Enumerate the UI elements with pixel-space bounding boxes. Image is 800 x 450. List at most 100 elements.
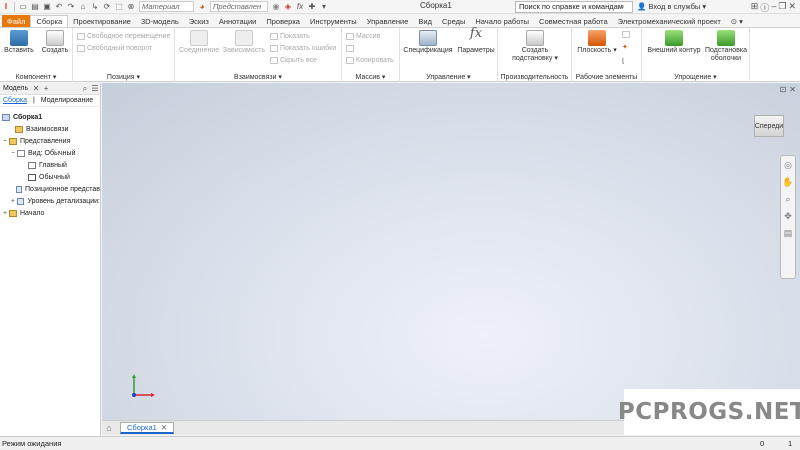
shrinkwrap-substitute-button[interactable]: Подстановка оболочки — [704, 30, 748, 63]
close-browser-icon[interactable]: ✕ — [31, 84, 41, 93]
work-point-button[interactable]: ✦ — [622, 43, 628, 51]
show-errors-button[interactable]: Показать ошибки — [270, 45, 336, 52]
undo-icon[interactable]: ↶ — [54, 1, 64, 13]
help-search-input[interactable]: Поиск по справке и командам — [515, 1, 633, 13]
tab-collaborate[interactable]: Совместная работа — [534, 15, 613, 27]
tab-3d-model[interactable]: 3D-модель — [136, 15, 184, 27]
tree-node-positional[interactable]: Позиционное представ — [0, 183, 100, 195]
tab-environments[interactable]: Среды — [437, 15, 470, 27]
tree-node-lod[interactable]: + Уровень детализации: — [0, 195, 100, 207]
update-icon[interactable]: ⟳ — [102, 1, 112, 13]
free-move-button[interactable]: Свободное перемещение — [77, 33, 170, 40]
search-icon[interactable]: ⌕ — [620, 2, 624, 12]
open-icon[interactable]: ▤ — [30, 1, 40, 13]
cart-icon[interactable]: ⊞ — [751, 1, 759, 14]
help-icon[interactable]: ⓘ — [760, 1, 769, 14]
save-icon[interactable]: ▣ — [42, 1, 52, 13]
color-override-icon[interactable]: ◉ — [271, 1, 281, 13]
app-menu-icon[interactable]: I — [1, 1, 11, 13]
zoom-icon[interactable]: ⌕ — [785, 194, 790, 205]
plane-button[interactable]: Плоскость ▾ — [576, 30, 618, 55]
close-icon[interactable]: ✕ — [788, 1, 796, 14]
home-icon[interactable]: ⌂ — [102, 423, 116, 433]
look-at-icon[interactable]: ▤ — [784, 228, 793, 239]
tab-view[interactable]: Вид — [413, 15, 437, 27]
copy-button[interactable]: Копировать — [346, 57, 394, 64]
viewcube[interactable]: Спереди — [754, 115, 784, 137]
tab-assemble[interactable]: Сборка — [30, 15, 69, 27]
tab-file[interactable]: Файл — [2, 15, 31, 27]
minimize-icon[interactable]: – — [771, 1, 776, 14]
add-browser-icon[interactable]: + — [41, 84, 51, 93]
graphics-viewport[interactable]: ⊡ ✕ Спереди ◎ ✋ ⌕ ✥ ▤ — [102, 83, 800, 420]
pan-icon[interactable]: ✋ — [782, 177, 793, 188]
bom-button[interactable]: Спецификация — [402, 30, 454, 55]
plane-icon — [588, 30, 606, 46]
z-axis-icon — [132, 393, 136, 397]
tree-node-origin[interactable]: + Начало — [0, 207, 100, 219]
joint-button[interactable]: Соединение — [179, 30, 219, 55]
create-button[interactable]: Создать — [40, 30, 70, 55]
tree-node-view[interactable]: − Вид: Обычный — [0, 147, 100, 159]
doc-tab-assembly1[interactable]: Сборка1 ✕ — [120, 422, 175, 434]
axis-button[interactable] — [622, 31, 632, 38]
subtab-assembly[interactable]: Сборка — [0, 97, 30, 104]
material-combo[interactable]: Материал — [139, 1, 194, 12]
browser-tab-model[interactable]: Модель — [0, 85, 31, 92]
constraint-button[interactable]: Зависимость — [222, 30, 266, 55]
add-icon[interactable]: ✚ — [307, 1, 317, 13]
new-icon[interactable]: ▭ — [18, 1, 28, 13]
ucs-button[interactable]: ⌊ — [622, 57, 625, 65]
tree-node-root[interactable]: Сборка1 — [0, 111, 100, 123]
panel-work-features: Плоскость ▾ ✦ ⌊ Рабочие элементы — [572, 28, 642, 82]
pattern-button[interactable]: Массив — [346, 33, 380, 40]
collapse-icon[interactable]: − — [10, 150, 16, 157]
expand-icon[interactable]: + — [2, 210, 8, 217]
create-substitute-button[interactable]: Создать подстановку ▾ — [506, 30, 564, 63]
appearance-combo[interactable]: Представлен — [210, 1, 268, 12]
orbit-icon[interactable]: ✥ — [784, 211, 792, 222]
maximize-viewport-icon[interactable]: ⊡ — [780, 85, 787, 94]
tab-design[interactable]: Проектирование — [68, 15, 136, 27]
insert-button[interactable]: Вставить — [4, 30, 34, 55]
restore-icon[interactable]: ❐ — [778, 1, 786, 14]
redo-icon[interactable]: ↷ — [66, 1, 76, 13]
tab-sketch[interactable]: Эскиз — [184, 15, 214, 27]
search-icon[interactable]: ⌕ — [80, 84, 90, 94]
free-rotate-button[interactable]: Свободный поворот — [77, 45, 152, 52]
close-viewport-icon[interactable]: ✕ — [789, 85, 796, 94]
show-button[interactable]: Показать — [270, 33, 310, 40]
parameters-button[interactable]: fx Параметры — [456, 27, 496, 55]
checkbox-icon[interactable] — [28, 173, 36, 181]
steering-wheel-icon[interactable]: ◎ — [784, 160, 792, 171]
ribbon-options-icon[interactable]: ⊙ ▾ — [726, 15, 748, 27]
tab-annotate[interactable]: Аннотации — [214, 15, 262, 27]
expand-icon[interactable]: + — [10, 198, 16, 205]
free-rotate-icon — [77, 45, 85, 52]
customize-qat-icon[interactable]: ▾ — [319, 1, 329, 13]
tree-node-representations[interactable]: − Представления — [0, 135, 100, 147]
shrinkwrap-button[interactable]: Внешний контур — [646, 30, 702, 55]
close-tab-icon[interactable]: ✕ — [161, 423, 167, 432]
status-count-occurrences: 0 — [760, 439, 765, 448]
menu-icon[interactable]: ☰ — [90, 84, 100, 93]
parameters-fx-icon[interactable]: fx — [295, 1, 305, 13]
home-icon[interactable]: ⌂ — [78, 1, 88, 13]
tab-electromechanical[interactable]: Электромеханический проект — [613, 15, 726, 27]
select-icon[interactable]: ⬚ — [114, 1, 124, 13]
tree-node-master[interactable]: Главный — [0, 159, 100, 171]
tab-manage[interactable]: Управление — [362, 15, 414, 27]
sign-in-button[interactable]: 👤 Вход в службы ▾ — [637, 2, 706, 11]
clear-override-icon[interactable]: ◈ — [283, 1, 293, 13]
return-icon[interactable]: ↳ — [90, 1, 100, 13]
tree-node-relationships[interactable]: Взаимосвязи — [0, 123, 100, 135]
mirror-button[interactable] — [346, 45, 356, 52]
hide-all-button[interactable]: Скрыть все — [270, 57, 317, 64]
tab-inspect[interactable]: Проверка — [261, 15, 305, 27]
coordinate-triad — [132, 374, 155, 397]
tab-tools[interactable]: Инструменты — [305, 15, 362, 27]
subtab-modeling[interactable]: Моделирование — [38, 97, 96, 104]
collapse-icon[interactable]: − — [2, 138, 8, 145]
tree-node-default[interactable]: Обычный — [0, 171, 100, 183]
constraint-icon — [235, 30, 253, 46]
